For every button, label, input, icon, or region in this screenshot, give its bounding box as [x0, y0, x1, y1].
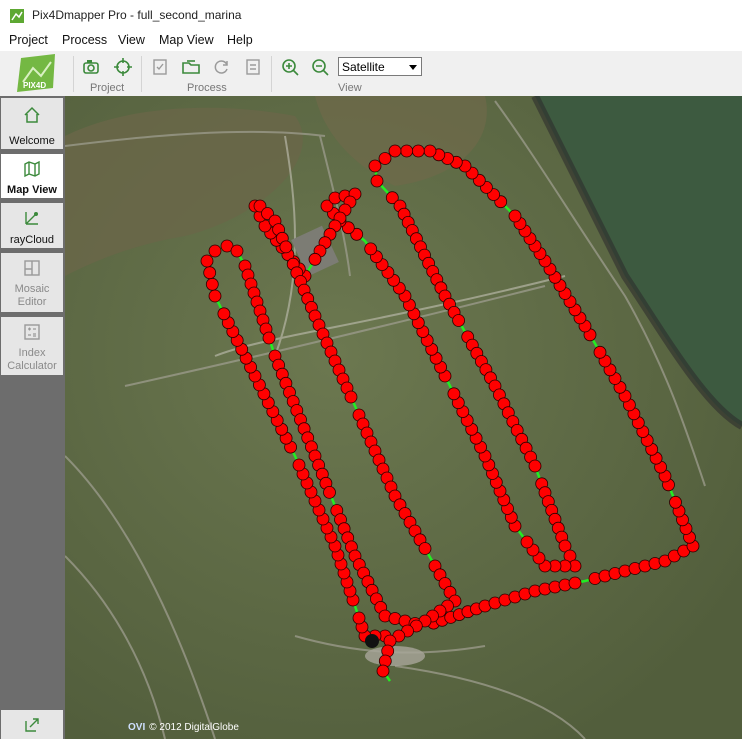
image-position-point[interactable]: [520, 535, 534, 549]
image-position-point[interactable]: [262, 331, 276, 345]
sidebar-item-label: rayCloud: [9, 234, 55, 246]
calculator-icon: [24, 324, 40, 340]
map-copyright: OVI © 2012 DigitalGlobe: [128, 722, 239, 733]
app-logo-icon: [10, 9, 24, 23]
image-position-point[interactable]: [308, 252, 322, 266]
sidebar-item-welcome[interactable]: Welcome: [1, 98, 63, 149]
image-position-point[interactable]: [452, 314, 466, 327]
image-position-point[interactable]: [208, 289, 222, 303]
image-position-point[interactable]: [217, 307, 231, 321]
checklist-icon: [153, 59, 167, 75]
image-position-point[interactable]: [378, 152, 392, 165]
camera-icon: [83, 60, 99, 74]
image-position-point[interactable]: [669, 495, 682, 509]
zoom-out-button[interactable]: [309, 56, 331, 78]
image-position-point[interactable]: [388, 144, 402, 158]
menu-help[interactable]: Help: [226, 33, 254, 47]
refresh-icon: [214, 60, 228, 74]
first-image-point[interactable]: [365, 634, 379, 648]
svg-text:PIX4D: PIX4D: [23, 81, 46, 90]
map-type-select[interactable]: Satellite: [338, 57, 422, 76]
menu-project[interactable]: Project: [8, 33, 49, 47]
sidebar-item-label: Map View: [7, 184, 57, 196]
image-position-point[interactable]: [400, 144, 414, 158]
image-position-point[interactable]: [418, 542, 432, 555]
local-processing-button[interactable]: [149, 56, 171, 78]
sidebar-item-label: Welcome: [9, 135, 55, 147]
image-position-point[interactable]: [411, 144, 425, 158]
provider-logo: OVI: [128, 722, 146, 733]
sidebar-item-mosaic-editor[interactable]: Mosaic Editor: [1, 253, 63, 312]
image-position-point[interactable]: [352, 611, 366, 625]
window-title: Pix4Dmapper Pro - full_second_marina: [32, 8, 242, 22]
image-position-point[interactable]: [208, 244, 222, 258]
chevron-down-icon: [409, 65, 417, 70]
menu-map-view[interactable]: Map View: [158, 33, 215, 47]
new-project-button[interactable]: [80, 56, 102, 78]
toolbar-group-view: View: [338, 82, 362, 94]
folder-icon: [182, 60, 200, 74]
rematch-button[interactable]: [242, 56, 264, 78]
menu-view[interactable]: View: [117, 33, 146, 47]
zoom-in-icon: [282, 59, 299, 76]
image-position-point[interactable]: [593, 345, 607, 359]
image-position-point[interactable]: [364, 242, 378, 256]
pix4d-logo: PIX4D: [17, 54, 55, 92]
rematch-icon: [246, 59, 260, 75]
sidebar-item-label: Mosaic Editor: [14, 283, 50, 308]
image-position-point[interactable]: [279, 240, 293, 254]
image-position-point[interactable]: [344, 390, 358, 404]
zoom-out-icon: [312, 59, 329, 76]
image-position-point[interactable]: [423, 144, 437, 158]
menu-process[interactable]: Process: [61, 33, 108, 47]
map-type-value: Satellite: [342, 60, 385, 74]
map-canvas[interactable]: OVI © 2012 DigitalGlobe: [65, 96, 742, 739]
sidebar-item-label: Index Calculator: [7, 347, 57, 372]
image-position-point[interactable]: [447, 387, 461, 401]
sidebar-item-map-view[interactable]: Map View: [1, 154, 63, 198]
open-results-button[interactable]: [180, 56, 202, 78]
sidebar-export-button[interactable]: [1, 710, 63, 739]
image-position-point[interactable]: [368, 159, 382, 173]
crosshair-icon: [114, 58, 132, 76]
export-icon: [25, 718, 39, 732]
image-position-point[interactable]: [370, 174, 384, 188]
zoom-in-button[interactable]: [279, 56, 301, 78]
sidebar-item-raycloud[interactable]: rayCloud: [1, 203, 63, 248]
map-icon: [24, 160, 40, 178]
image-position-point[interactable]: [200, 254, 214, 268]
sidebar: Welcome Map View rayCloud Mosaic Editor …: [0, 96, 65, 739]
image-position-point[interactable]: [528, 459, 542, 473]
home-icon: [24, 106, 40, 123]
image-position-point[interactable]: [203, 266, 217, 280]
toolbar-group-process: Process: [187, 82, 227, 94]
title-bar: Pix4Dmapper Pro - full_second_marina: [0, 0, 742, 31]
gcp-button[interactable]: [112, 56, 134, 78]
satellite-map[interactable]: [65, 96, 742, 739]
image-position-point[interactable]: [292, 458, 306, 472]
sidebar-item-index-calculator[interactable]: Index Calculator: [1, 317, 63, 375]
reoptimize-button[interactable]: [211, 56, 233, 78]
image-position-point[interactable]: [568, 576, 582, 590]
image-position-point[interactable]: [205, 277, 219, 291]
image-position-point[interactable]: [230, 244, 244, 258]
image-position-point[interactable]: [508, 209, 522, 223]
menu-bar: Project Process View Map View Help: [0, 31, 742, 51]
image-position-point[interactable]: [376, 664, 390, 678]
toolbar-group-project: Project: [90, 82, 125, 94]
mosaic-icon: [24, 260, 40, 276]
raycloud-icon: [25, 212, 38, 225]
image-position-point[interactable]: [323, 485, 336, 499]
